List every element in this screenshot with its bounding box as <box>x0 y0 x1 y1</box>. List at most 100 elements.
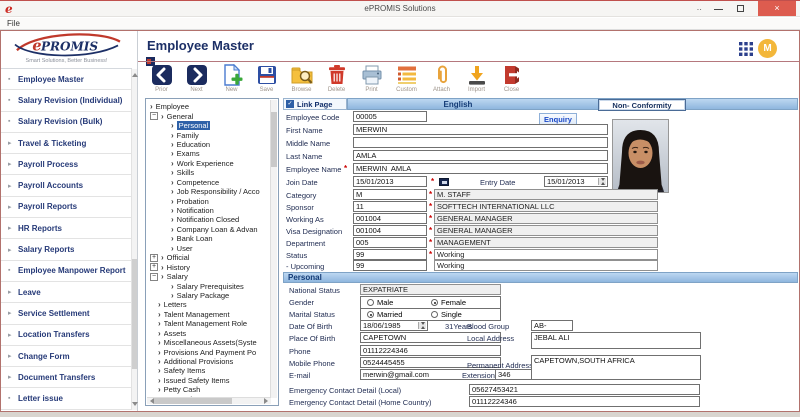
middle-name-input[interactable] <box>353 137 608 148</box>
tree-item-family[interactable]: ›Family <box>148 130 269 139</box>
last-name-input[interactable] <box>353 150 608 161</box>
sidebar-item-letter-issue[interactable]: ▪Letter issue <box>1 388 132 409</box>
tree-item-work-experience[interactable]: ›Work Experience <box>148 159 269 168</box>
tree-item-additional-provisions[interactable]: ›Additional Provisions <box>148 357 269 366</box>
tree-item-miscellaneous-assets[interactable]: ›Miscellaneous Assets(Syste <box>148 338 269 347</box>
working-as-code-input[interactable] <box>353 213 427 224</box>
tree-item-provisions[interactable]: ›Provisions And Payment Po <box>148 347 269 356</box>
first-name-input[interactable] <box>353 124 608 135</box>
tree-item-skills[interactable]: ›Skills <box>148 168 269 177</box>
toolbar-browse-button[interactable]: Browse <box>286 64 317 93</box>
gender-female-option[interactable]: Female <box>431 298 495 307</box>
non-conformity-button[interactable]: Non- Conformity <box>598 99 686 111</box>
tree-item-talent-management[interactable]: ›Talent Management <box>148 310 269 319</box>
sidebar-item-salary-reports[interactable]: ▸Salary Reports <box>1 239 132 260</box>
sidebar-item-payroll-process[interactable]: ▸Payroll Process <box>1 154 132 175</box>
category-code-input[interactable] <box>353 189 427 200</box>
tree-item-official[interactable]: +›Official <box>148 253 269 262</box>
tree-vertical-scrollbar[interactable] <box>270 100 277 398</box>
emergency-contact-local-input[interactable] <box>469 384 700 395</box>
tree-item-bank-loan[interactable]: ›Bank Loan <box>148 234 269 243</box>
extension-input[interactable] <box>495 369 532 380</box>
toolbar-import-button[interactable]: Import <box>461 64 492 93</box>
tree-item-user[interactable]: ›User <box>148 244 269 253</box>
tree-item-assets[interactable]: ›Assets <box>148 329 269 338</box>
radio-icon[interactable] <box>367 299 374 306</box>
department-code-input[interactable] <box>353 237 427 248</box>
tree-item-education[interactable]: ›Education <box>148 140 269 149</box>
visa-designation-code-input[interactable] <box>353 225 427 236</box>
marital-married-option[interactable]: Married <box>367 310 431 319</box>
sidebar-item-payroll-reports[interactable]: ▸Payroll Reports <box>1 197 132 218</box>
sidebar-item-location-transfers[interactable]: ▸Location Transfers <box>1 325 132 346</box>
spinner-icon[interactable] <box>598 178 606 185</box>
link-page-checkbox[interactable]: ✓ <box>286 100 294 108</box>
sidebar-item-employee-manpower-report[interactable]: ▪Employee Manpower Report <box>1 261 132 282</box>
toolbar-prior-button[interactable]: Prior <box>146 64 177 93</box>
tree-item-job-responsibility[interactable]: ›Job Responsibility / Acco <box>148 187 269 196</box>
upcoming-status-code-input[interactable] <box>353 260 427 271</box>
entry-date-input[interactable]: 15/01/2013 <box>544 176 608 187</box>
toolbar-delete-button[interactable]: Delete <box>321 64 352 93</box>
scrollbar-thumb[interactable] <box>271 112 277 167</box>
tree-item-salary-package[interactable]: ›Salary Package <box>148 291 269 300</box>
employee-name-input[interactable] <box>353 163 608 174</box>
menu-file[interactable]: File <box>7 19 20 28</box>
toolbar-attach-button[interactable]: Attach <box>426 64 457 93</box>
tree-item-safety-items[interactable]: ›Safety Items <box>148 366 269 375</box>
tree-item-salary[interactable]: −›Salary <box>148 272 269 281</box>
emergency-contact-home-input[interactable] <box>469 396 700 407</box>
tree-item-company-loan[interactable]: ›Company Loan & Advan <box>148 225 269 234</box>
blood-group-input[interactable] <box>531 320 573 331</box>
tree-item-competence[interactable]: ›Competence <box>148 178 269 187</box>
date-of-birth-input[interactable]: 18/06/1985 <box>360 320 428 331</box>
tree-item-employee[interactable]: ›Employee <box>148 102 269 111</box>
scrollbar-thumb[interactable] <box>132 259 137 369</box>
tree-item-letters[interactable]: ›Letters <box>148 300 269 309</box>
status-code-input[interactable] <box>353 249 427 260</box>
sidebar-item-salary-revision-individual[interactable]: ▪Salary Revision (Individual) <box>1 90 132 111</box>
tree-item-exams[interactable]: ›Exams <box>148 149 269 158</box>
gender-male-option[interactable]: Male <box>367 298 431 307</box>
calendar-icon[interactable] <box>439 178 449 186</box>
sidebar-item-payroll-accounts[interactable]: ▸Payroll Accounts <box>1 175 132 196</box>
sidebar-item-travel-ticketing[interactable]: ▸Travel & Ticketing <box>1 133 132 154</box>
tree-item-notification-closed[interactable]: ›Notification Closed <box>148 215 269 224</box>
collapse-icon[interactable]: − <box>150 273 158 281</box>
close-window-button[interactable]: × <box>758 1 796 16</box>
toolbar-custom-button[interactable]: Custom <box>391 64 422 93</box>
tree-horizontal-scrollbar[interactable] <box>147 397 271 404</box>
tree-item-probation[interactable]: ›Probation <box>148 196 269 205</box>
radio-selected-icon[interactable] <box>367 311 374 318</box>
spinner-icon[interactable] <box>418 322 426 329</box>
toolbar-new-button[interactable]: New <box>216 64 247 93</box>
maximize-button[interactable] <box>732 1 750 17</box>
sidebar-item-service-settlement[interactable]: ▸Service Settlement <box>1 303 132 324</box>
join-date-input[interactable] <box>353 176 427 187</box>
tree-item-general[interactable]: −›General <box>148 111 269 120</box>
marital-single-option[interactable]: Single <box>431 310 495 319</box>
radio-icon[interactable] <box>431 311 438 318</box>
permanent-address-input[interactable]: CAPETOWN,SOUTH AFRICA <box>531 355 701 380</box>
employee-code-input[interactable] <box>353 111 427 122</box>
toolbar-close-button[interactable]: Close <box>496 64 527 93</box>
minimize-button[interactable] <box>710 1 728 17</box>
tree-item-issued-safety-items[interactable]: ›Issued Safety Items <box>148 376 269 385</box>
tree-item-talent-management-role[interactable]: ›Talent Management Role <box>148 319 269 328</box>
sidebar-scrollbar[interactable] <box>131 69 137 410</box>
scroll-right-icon[interactable] <box>264 398 271 404</box>
sidebar-item-change-form[interactable]: ▸Change Form <box>1 346 132 367</box>
sidebar-item-employee-master[interactable]: ▪Employee Master <box>1 69 132 90</box>
local-address-input[interactable]: JEBAL ALI <box>531 332 701 349</box>
toolbar-save-button[interactable]: Save <box>251 64 282 93</box>
expand-icon[interactable]: + <box>150 254 158 262</box>
tree-item-salary-prerequisites[interactable]: ›Salary Prerequisites <box>148 281 269 290</box>
collapse-icon[interactable]: − <box>150 112 158 120</box>
expand-icon[interactable]: + <box>150 263 158 271</box>
phone-input[interactable] <box>360 345 501 356</box>
tree-item-personal[interactable]: ›Personal <box>148 121 269 130</box>
sidebar-item-hr-reports[interactable]: ▸HR Reports <box>1 218 132 239</box>
tree-item-history[interactable]: +›History <box>148 262 269 271</box>
sponsor-code-input[interactable] <box>353 201 427 212</box>
apps-grid-icon[interactable] <box>739 42 753 56</box>
